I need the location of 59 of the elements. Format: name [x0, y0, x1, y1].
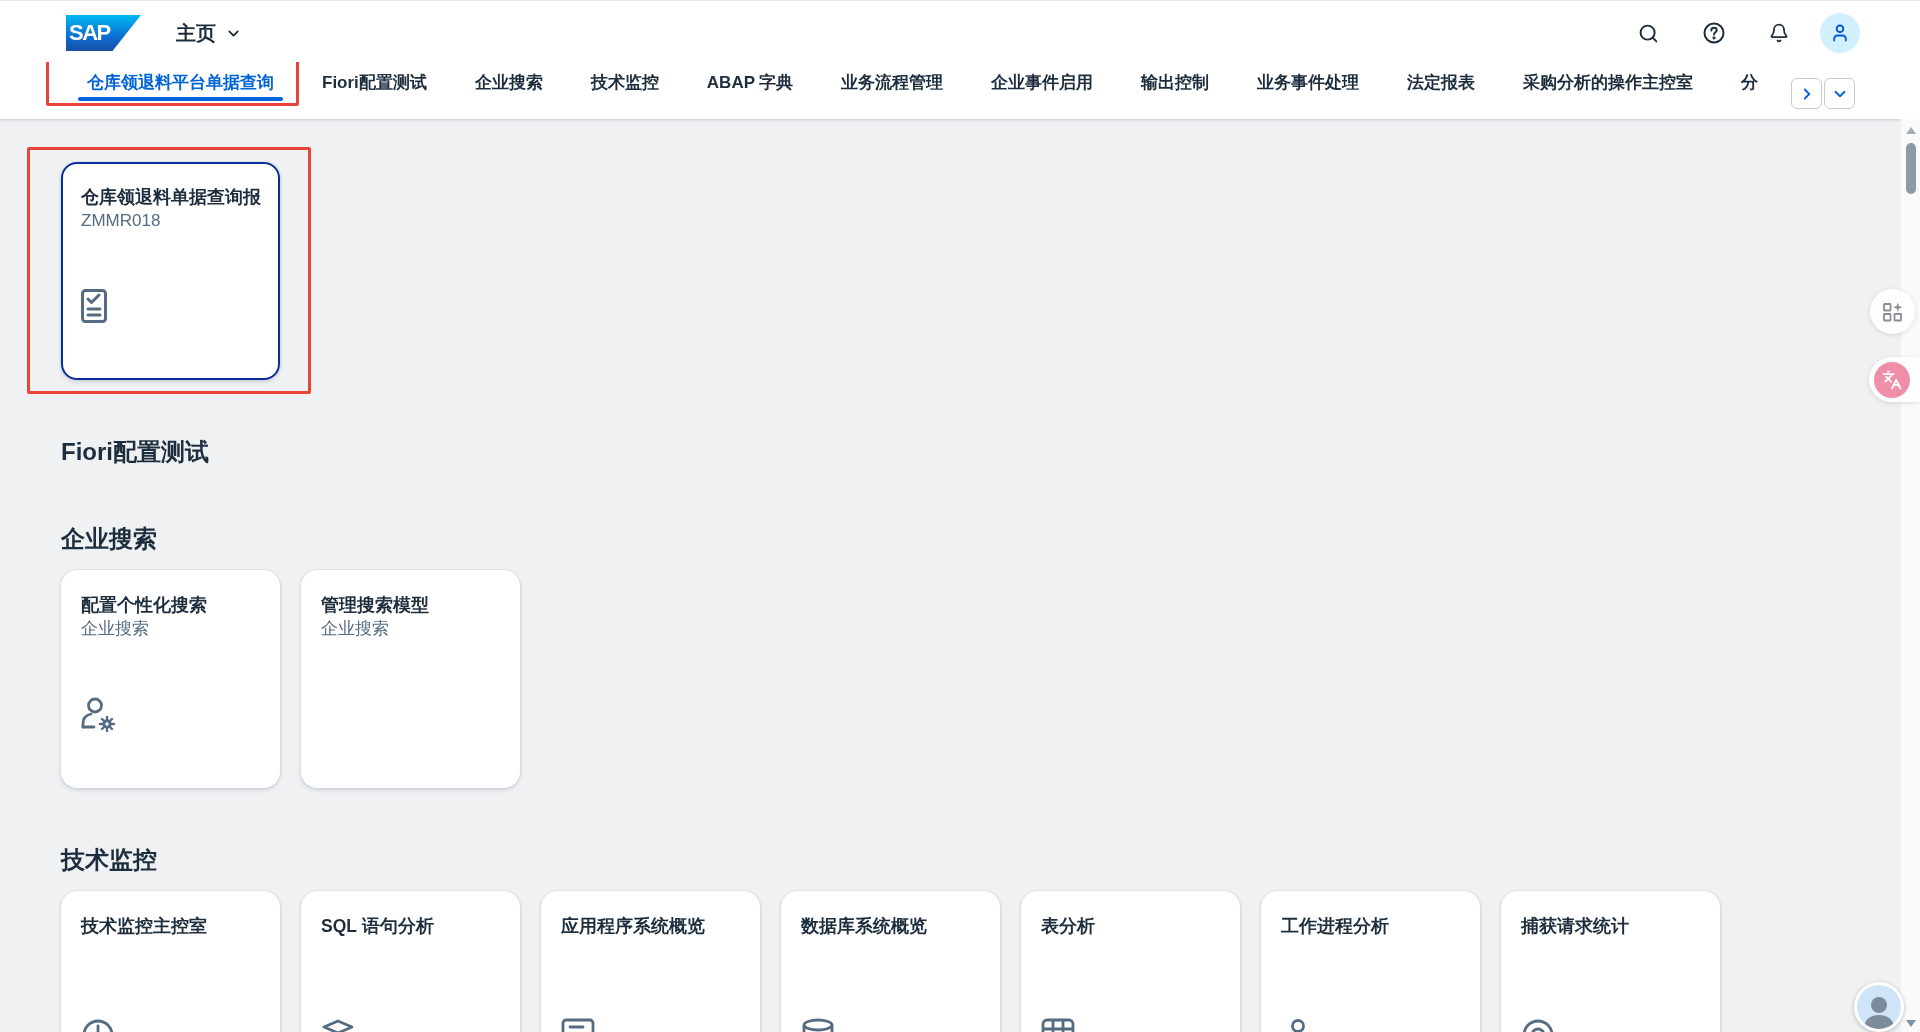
- app-tile[interactable]: 工作进程分析: [1261, 891, 1480, 1032]
- app-tile[interactable]: 仓库领退料单据查询报 ZMMR018: [61, 162, 280, 380]
- tile-title: SQL 语句分析: [321, 915, 434, 938]
- clipboard-check-icon: [81, 289, 107, 323]
- tile-title: 工作进程分析: [1281, 915, 1389, 938]
- tile-subtitle: 企业搜索: [81, 618, 149, 640]
- home-menu-button[interactable]: 主页: [176, 19, 242, 47]
- tile-title: 数据库系统概览: [801, 915, 927, 938]
- menu-title: 主页: [176, 20, 216, 46]
- tab[interactable]: 输出控制: [1132, 62, 1219, 102]
- tab[interactable]: 业务流程管理: [832, 62, 953, 102]
- tile-title: 应用程序系统概览: [561, 915, 705, 938]
- tabs-overflow-button[interactable]: [1824, 78, 1855, 109]
- tile-title: 技术监控主控室: [81, 915, 207, 938]
- assistant-avatar[interactable]: [1854, 982, 1904, 1032]
- logo[interactable]: SAP: [66, 15, 141, 51]
- tile-title: 管理搜索模型: [321, 594, 429, 617]
- app-tile[interactable]: 表分析: [1021, 891, 1240, 1032]
- tile-subtitle: ZMMR018: [81, 210, 161, 232]
- app-tile[interactable]: 配置个性化搜索 企业搜索: [61, 570, 280, 788]
- tab[interactable]: 分: [1732, 62, 1768, 102]
- section-title: 技术监控: [61, 845, 157, 875]
- app-tile[interactable]: 管理搜索模型 企业搜索: [301, 570, 520, 788]
- scroll-tabs-right-button[interactable]: [1791, 78, 1822, 109]
- tab[interactable]: 采购分析的操作主控室: [1514, 62, 1703, 102]
- app-tile[interactable]: 技术监控主控室: [61, 891, 280, 1032]
- grid-sparkle-icon: [1882, 301, 1903, 322]
- tab[interactable]: 业务事件处理: [1248, 62, 1369, 102]
- tab[interactable]: 技术监控: [581, 62, 668, 102]
- scrollbar[interactable]: [1901, 119, 1920, 1032]
- scroll-down-icon[interactable]: [1906, 1020, 1916, 1027]
- tile-title: 仓库领退料单据查询报: [81, 186, 261, 209]
- scroll-up-icon[interactable]: [1905, 127, 1916, 134]
- tab[interactable]: 仓库领退料平台单据查询: [78, 62, 283, 102]
- section-title: 企业搜索: [61, 524, 157, 554]
- scrollbar-thumb[interactable]: [1905, 143, 1916, 194]
- tab[interactable]: 企业搜索: [465, 62, 552, 102]
- section-title: Fiori配置测试: [61, 437, 209, 467]
- app-tile[interactable]: 数据库系统概览: [781, 891, 1000, 1032]
- translate-icon: [1874, 361, 1910, 398]
- tile-title: 配置个性化搜索: [81, 594, 207, 617]
- tile-subtitle: 企业搜索: [321, 618, 389, 640]
- tile-title: 表分析: [1041, 915, 1095, 938]
- user-icon: [1830, 23, 1850, 43]
- app-tile[interactable]: SQL 语句分析: [301, 891, 520, 1032]
- translate-button[interactable]: [1869, 357, 1920, 402]
- tab[interactable]: ABAP 字典: [697, 62, 803, 102]
- add-widget-button[interactable]: [1870, 289, 1915, 334]
- bell-icon: [1768, 23, 1789, 43]
- tab[interactable]: Fiori配置测试: [313, 62, 436, 102]
- app-tile[interactable]: 捕获请求统计: [1501, 891, 1720, 1032]
- user-gear-icon: [81, 697, 116, 732]
- search-icon: [1638, 22, 1659, 44]
- tile-title: 捕获请求统计: [1521, 915, 1629, 938]
- app-tile[interactable]: 应用程序系统概览: [541, 891, 760, 1032]
- tab[interactable]: 企业事件启用: [982, 62, 1103, 102]
- help-icon: [1702, 22, 1725, 44]
- tab[interactable]: 法定报表: [1398, 62, 1485, 102]
- user-avatar-button[interactable]: [1820, 13, 1860, 53]
